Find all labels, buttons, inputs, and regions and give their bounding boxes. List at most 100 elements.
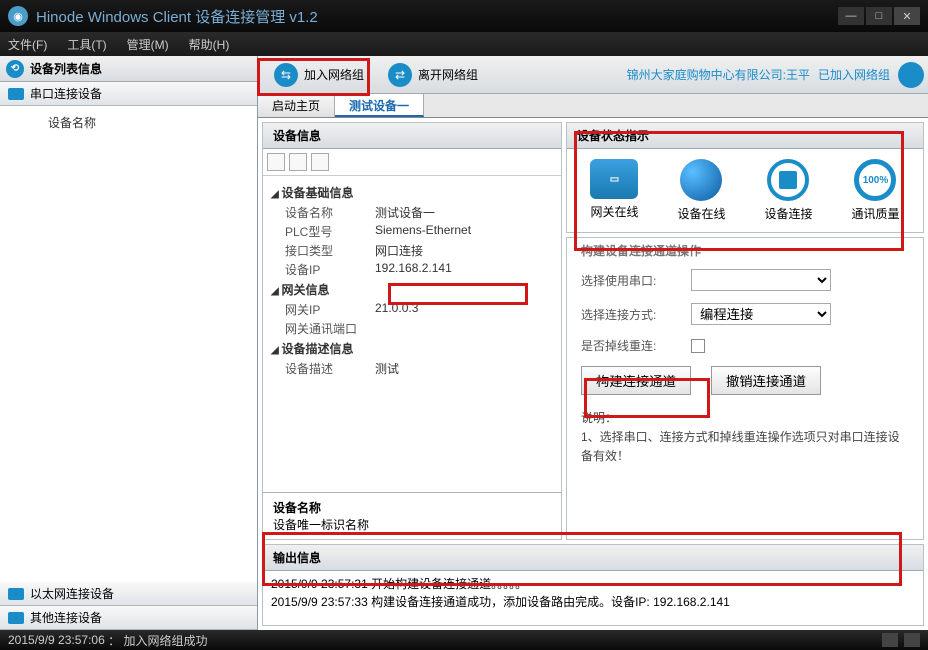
app-icon: ◉ (8, 6, 28, 26)
k-plc: PLC型号 (285, 223, 375, 240)
method-select-label: 选择连接方式: (581, 306, 681, 323)
group-basic[interactable]: 设备基础信息 (271, 182, 553, 203)
cancel-channel-button[interactable]: 撤销连接通道 (711, 366, 821, 395)
menu-help[interactable]: 帮助(H) (189, 36, 230, 53)
prop-sort-icon[interactable] (289, 153, 307, 171)
menu-manage[interactable]: 管理(M) (127, 36, 169, 53)
sidebar: ⟲ 设备列表信息 串口连接设备 设备名称 以太网连接设备 其他连接设备 (0, 56, 258, 630)
leave-network-button[interactable]: ⇄ 离开网络组 (376, 59, 490, 91)
build-channel-button[interactable]: 构建连接通道 (581, 366, 691, 395)
section-serial[interactable]: 串口连接设备 (0, 82, 257, 106)
status-quality: 100% 通讯质量 (851, 159, 899, 222)
v-plc: Siemens-Ethernet (375, 223, 553, 240)
k-ip: 设备IP (285, 261, 375, 278)
status-msg: 加入网络组成功 (123, 632, 207, 649)
tabs: 启动主页 测试设备一 (258, 94, 928, 118)
menu-file[interactable]: 文件(F) (8, 36, 47, 53)
toolbar: ⇆ 加入网络组 ⇄ 离开网络组 锦州大家庭购物中心有限公司:王平 已加入网络组 (258, 56, 928, 94)
connect-icon (767, 159, 809, 201)
status-connect-label: 设备连接 (764, 205, 812, 222)
status-gateway: ▭ 网关在线 (590, 159, 638, 222)
status-online: 设备在线 (677, 159, 725, 222)
k-iface: 接口类型 (285, 242, 375, 259)
channel-title: 构建设备连接通道操作 (581, 242, 909, 259)
k-desc: 设备描述 (285, 360, 375, 377)
tray-icon-1[interactable] (882, 633, 898, 647)
tab-test-device[interactable]: 测试设备一 (335, 94, 424, 117)
tree-root-label: 设备名称 (48, 116, 96, 130)
section-serial-label: 串口连接设备 (30, 85, 102, 102)
reconnect-label: 是否掉线重连: (581, 337, 681, 354)
name-section-title: 设备名称 (273, 499, 551, 516)
status-title: 设备状态指示 (567, 123, 923, 149)
serial-icon (8, 88, 24, 100)
device-tree[interactable]: 设备名称 (0, 106, 257, 582)
status-panel: 设备状态指示 ▭ 网关在线 设备在线 设备连接 (566, 122, 924, 233)
device-info-panel: 设备信息 设备基础信息 设备名称测试设备一 PLC型号Siemens-Ether… (262, 122, 562, 540)
close-button[interactable]: ✕ (894, 7, 920, 25)
minimize-button[interactable]: — (838, 7, 864, 25)
sidebar-title: 设备列表信息 (30, 60, 102, 77)
prop-cat-icon[interactable] (267, 153, 285, 171)
status-sep: ： (108, 632, 120, 649)
refresh-icon[interactable]: ⟲ (6, 60, 24, 78)
status-connect: 设备连接 (764, 159, 812, 222)
quality-icon: 100% (854, 159, 896, 201)
note-text: 1、选择串口、连接方式和掉线重连操作选项只对串口连接设备有效！ (581, 428, 909, 466)
status-time: 2015/9/9 23:57:06 (8, 633, 105, 647)
gateway-online-icon: ▭ (590, 159, 638, 199)
v-name: 测试设备一 (375, 204, 553, 221)
globe-icon (680, 159, 722, 201)
output-line2: 2015/9/9 23:57:33 构建设备连接通道成功，添加设备路由完成。设备… (271, 593, 915, 611)
output-line1: 2015/9/9 23:57:31 开始构建设备连接通道。。。。。 (271, 575, 915, 593)
serial-select-label: 选择使用串口: (581, 272, 681, 289)
status-online-label: 设备在线 (677, 205, 725, 222)
note-title: 说明： (581, 409, 909, 428)
maximize-button[interactable]: □ (866, 7, 892, 25)
status-gateway-label: 网关在线 (590, 203, 638, 220)
prop-page-icon[interactable] (311, 153, 329, 171)
content: ⇆ 加入网络组 ⇄ 离开网络组 锦州大家庭购物中心有限公司:王平 已加入网络组 … (258, 56, 928, 630)
v-iface: 网口连接 (375, 242, 553, 259)
v-desc: 测试 (375, 360, 553, 377)
v-gwip: 21.0.0.3 (375, 301, 553, 318)
user-avatar-icon[interactable] (898, 62, 924, 88)
reconnect-checkbox[interactable] (691, 339, 705, 353)
serial-select[interactable] (691, 269, 831, 291)
group-desc[interactable]: 设备描述信息 (271, 338, 553, 359)
other-icon (8, 612, 24, 624)
v-ip: 192.168.2.141 (375, 261, 553, 278)
channel-panel: 构建设备连接通道操作 选择使用串口: 选择连接方式: 编程连接 是否掉线重连: (566, 237, 924, 540)
section-other-label: 其他连接设备 (30, 609, 102, 626)
method-select[interactable]: 编程连接 (691, 303, 831, 325)
tab-start[interactable]: 启动主页 (258, 94, 335, 117)
menu-tools[interactable]: 工具(T) (67, 36, 106, 53)
join-network-button[interactable]: ⇆ 加入网络组 (262, 59, 376, 91)
prop-toolbar (263, 149, 561, 176)
name-section-sub: 设备唯一标识名称 (273, 516, 551, 533)
join-label: 加入网络组 (304, 66, 364, 83)
v-gwport (375, 320, 553, 337)
menubar: 文件(F) 工具(T) 管理(M) 帮助(H) (0, 32, 928, 56)
status-quality-label: 通讯质量 (851, 205, 899, 222)
leave-label: 离开网络组 (418, 66, 478, 83)
output-panel: 输出信息 2015/9/9 23:57:31 开始构建设备连接通道。。。。。 2… (262, 544, 924, 626)
ethernet-icon (8, 588, 24, 600)
k-gwip: 网关IP (285, 301, 375, 318)
join-icon: ⇆ (274, 63, 298, 87)
section-ethernet-label: 以太网连接设备 (30, 585, 114, 602)
titlebar: ◉ Hinode Windows Client 设备连接管理 v1.2 — □ … (0, 0, 928, 32)
statusbar: 2015/9/9 23:57:06 ： 加入网络组成功 (0, 630, 928, 650)
sidebar-header: ⟲ 设备列表信息 (0, 56, 257, 82)
window-title: Hinode Windows Client 设备连接管理 v1.2 (36, 6, 318, 27)
section-ethernet[interactable]: 以太网连接设备 (0, 582, 257, 606)
k-gwport: 网关通讯端口 (285, 320, 375, 337)
section-other[interactable]: 其他连接设备 (0, 606, 257, 630)
tray-icon-2[interactable] (904, 633, 920, 647)
device-info-title: 设备信息 (263, 123, 561, 149)
output-title: 输出信息 (263, 545, 923, 571)
leave-icon: ⇄ (388, 63, 412, 87)
k-name: 设备名称 (285, 204, 375, 221)
group-gateway[interactable]: 网关信息 (271, 279, 553, 300)
join-status: 已加入网络组 (818, 66, 890, 83)
